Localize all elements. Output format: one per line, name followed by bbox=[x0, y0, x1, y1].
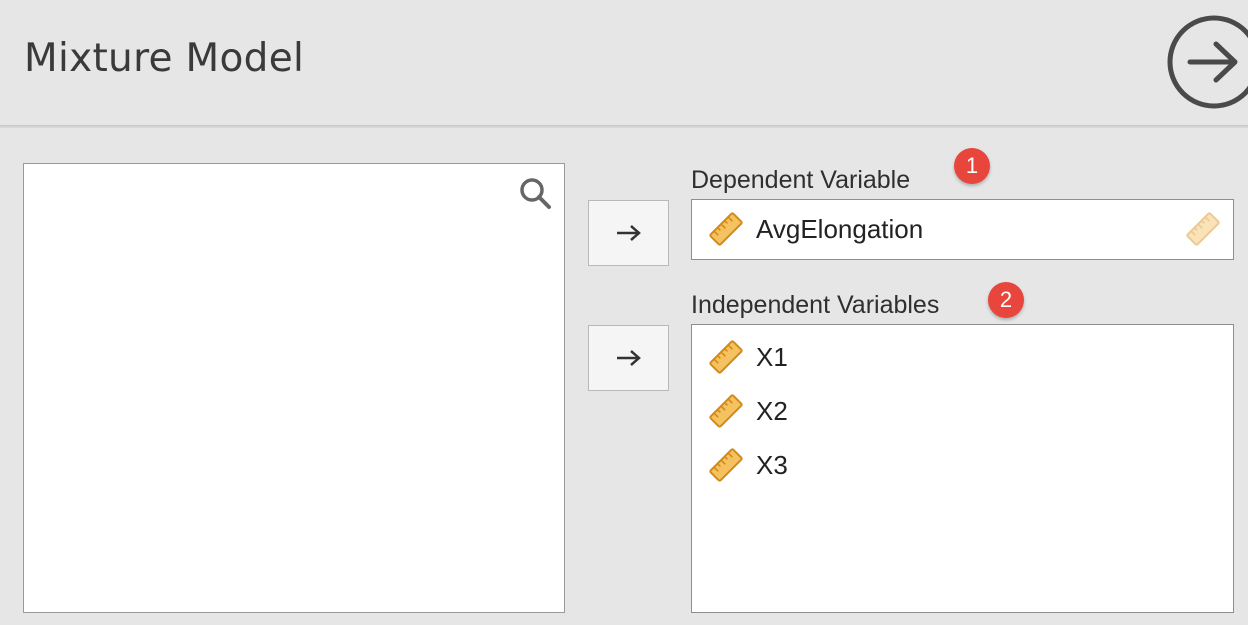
variable-name: AvgElongation bbox=[756, 213, 924, 244]
dependent-variable-label: Dependent Variable bbox=[691, 166, 911, 194]
independent-variables-label: Independent Variables bbox=[691, 291, 940, 319]
header-divider bbox=[0, 125, 1248, 128]
right-arrow-icon bbox=[616, 350, 641, 366]
search-icon[interactable] bbox=[518, 176, 552, 210]
list-item[interactable]: AvgElongation bbox=[706, 207, 923, 251]
step-badge-2: 2 bbox=[988, 282, 1024, 318]
page-title: Mixture Model bbox=[24, 36, 305, 81]
step-badge-1: 1 bbox=[954, 148, 990, 184]
ruler-icon bbox=[709, 340, 743, 374]
ruler-icon bbox=[709, 394, 743, 428]
source-variable-list[interactable] bbox=[23, 163, 565, 613]
ruler-icon bbox=[709, 212, 743, 246]
ruler-icon bbox=[1186, 212, 1220, 246]
arrow-circle-right-icon[interactable] bbox=[1166, 14, 1248, 110]
list-item[interactable]: X3 bbox=[706, 443, 788, 487]
variable-name: X2 bbox=[756, 395, 788, 426]
dependent-variable-box[interactable]: AvgElongation bbox=[691, 199, 1234, 260]
independent-variables-box[interactable]: X1 X2 X3 bbox=[691, 324, 1234, 613]
right-arrow-icon bbox=[616, 225, 641, 241]
variable-name: X1 bbox=[756, 341, 788, 372]
list-item[interactable]: X1 bbox=[706, 335, 788, 379]
move-to-independent-button[interactable] bbox=[588, 325, 669, 391]
move-to-dependent-button[interactable] bbox=[588, 200, 669, 266]
variable-name: X3 bbox=[756, 449, 788, 480]
ruler-icon bbox=[709, 448, 743, 482]
list-item[interactable]: X2 bbox=[706, 389, 788, 433]
